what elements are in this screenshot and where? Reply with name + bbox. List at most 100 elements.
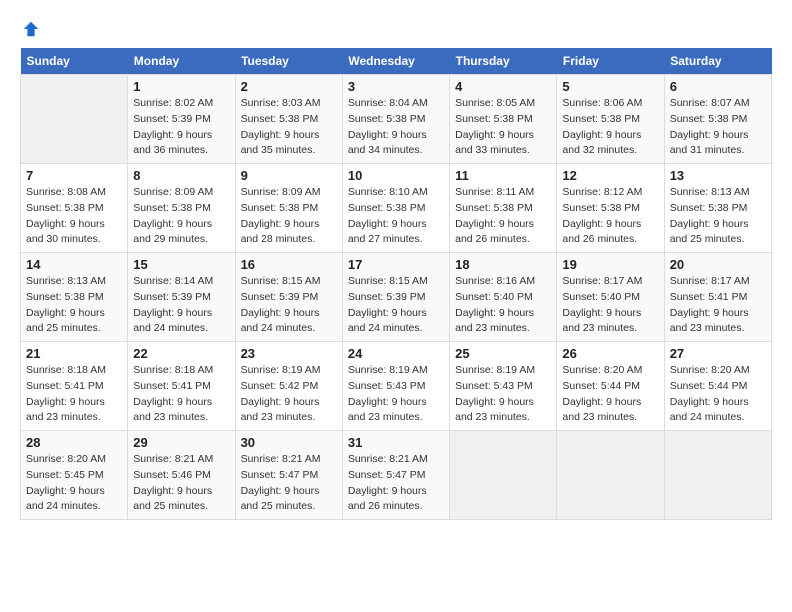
day-number: 18 xyxy=(455,257,551,272)
sunrise-text: Sunrise: 8:08 AM xyxy=(26,186,106,198)
sunset-text: Sunset: 5:47 PM xyxy=(348,469,426,481)
day-number: 24 xyxy=(348,346,444,361)
calendar-cell xyxy=(664,431,771,520)
daylight-text: Daylight: 9 hours and 30 minutes. xyxy=(26,218,105,246)
daylight-text: Daylight: 9 hours and 27 minutes. xyxy=(348,218,427,246)
sunrise-text: Sunrise: 8:15 AM xyxy=(241,275,321,287)
calendar-week-row: 1 Sunrise: 8:02 AM Sunset: 5:39 PM Dayli… xyxy=(21,75,772,164)
daylight-text: Daylight: 9 hours and 26 minutes. xyxy=(455,218,534,246)
daylight-text: Daylight: 9 hours and 24 minutes. xyxy=(133,307,212,335)
day-number: 31 xyxy=(348,435,444,450)
day-number: 26 xyxy=(562,346,658,361)
day-number: 10 xyxy=(348,168,444,183)
daylight-text: Daylight: 9 hours and 25 minutes. xyxy=(26,307,105,335)
calendar-cell: 4 Sunrise: 8:05 AM Sunset: 5:38 PM Dayli… xyxy=(450,75,557,164)
sunrise-text: Sunrise: 8:20 AM xyxy=(562,364,642,376)
day-number: 21 xyxy=(26,346,122,361)
sunset-text: Sunset: 5:38 PM xyxy=(348,113,426,125)
day-header-tuesday: Tuesday xyxy=(235,48,342,75)
sunset-text: Sunset: 5:38 PM xyxy=(26,202,104,214)
daylight-text: Daylight: 9 hours and 33 minutes. xyxy=(455,129,534,157)
calendar-week-row: 7 Sunrise: 8:08 AM Sunset: 5:38 PM Dayli… xyxy=(21,164,772,253)
daylight-text: Daylight: 9 hours and 24 minutes. xyxy=(670,396,749,424)
calendar-cell: 14 Sunrise: 8:13 AM Sunset: 5:38 PM Dayl… xyxy=(21,253,128,342)
calendar-cell: 7 Sunrise: 8:08 AM Sunset: 5:38 PM Dayli… xyxy=(21,164,128,253)
day-number: 4 xyxy=(455,79,551,94)
day-number: 30 xyxy=(241,435,337,450)
sunrise-text: Sunrise: 8:19 AM xyxy=(348,364,428,376)
day-header-saturday: Saturday xyxy=(664,48,771,75)
sunrise-text: Sunrise: 8:21 AM xyxy=(241,453,321,465)
sunset-text: Sunset: 5:38 PM xyxy=(455,113,533,125)
page-header xyxy=(20,20,772,38)
calendar-cell: 28 Sunrise: 8:20 AM Sunset: 5:45 PM Dayl… xyxy=(21,431,128,520)
sunset-text: Sunset: 5:43 PM xyxy=(348,380,426,392)
sunrise-text: Sunrise: 8:19 AM xyxy=(455,364,535,376)
sunset-text: Sunset: 5:41 PM xyxy=(26,380,104,392)
sunset-text: Sunset: 5:39 PM xyxy=(348,291,426,303)
day-number: 11 xyxy=(455,168,551,183)
sunrise-text: Sunrise: 8:18 AM xyxy=(133,364,213,376)
sunset-text: Sunset: 5:40 PM xyxy=(562,291,640,303)
daylight-text: Daylight: 9 hours and 24 minutes. xyxy=(348,307,427,335)
calendar-cell: 25 Sunrise: 8:19 AM Sunset: 5:43 PM Dayl… xyxy=(450,342,557,431)
day-number: 20 xyxy=(670,257,766,272)
daylight-text: Daylight: 9 hours and 25 minutes. xyxy=(133,485,212,513)
daylight-text: Daylight: 9 hours and 26 minutes. xyxy=(562,218,641,246)
daylight-text: Daylight: 9 hours and 23 minutes. xyxy=(348,396,427,424)
daylight-text: Daylight: 9 hours and 23 minutes. xyxy=(455,307,534,335)
day-number: 2 xyxy=(241,79,337,94)
daylight-text: Daylight: 9 hours and 24 minutes. xyxy=(241,307,320,335)
sunset-text: Sunset: 5:38 PM xyxy=(133,202,211,214)
sunrise-text: Sunrise: 8:06 AM xyxy=(562,97,642,109)
daylight-text: Daylight: 9 hours and 32 minutes. xyxy=(562,129,641,157)
sunset-text: Sunset: 5:38 PM xyxy=(241,202,319,214)
day-number: 16 xyxy=(241,257,337,272)
day-number: 6 xyxy=(670,79,766,94)
sunrise-text: Sunrise: 8:14 AM xyxy=(133,275,213,287)
sunrise-text: Sunrise: 8:09 AM xyxy=(133,186,213,198)
calendar-cell: 29 Sunrise: 8:21 AM Sunset: 5:46 PM Dayl… xyxy=(128,431,235,520)
calendar-cell: 31 Sunrise: 8:21 AM Sunset: 5:47 PM Dayl… xyxy=(342,431,449,520)
sunrise-text: Sunrise: 8:17 AM xyxy=(562,275,642,287)
day-number: 27 xyxy=(670,346,766,361)
calendar-cell xyxy=(557,431,664,520)
sunrise-text: Sunrise: 8:05 AM xyxy=(455,97,535,109)
sunset-text: Sunset: 5:38 PM xyxy=(562,202,640,214)
sunset-text: Sunset: 5:38 PM xyxy=(670,202,748,214)
sunset-text: Sunset: 5:47 PM xyxy=(241,469,319,481)
sunrise-text: Sunrise: 8:04 AM xyxy=(348,97,428,109)
calendar-cell: 21 Sunrise: 8:18 AM Sunset: 5:41 PM Dayl… xyxy=(21,342,128,431)
calendar-cell: 24 Sunrise: 8:19 AM Sunset: 5:43 PM Dayl… xyxy=(342,342,449,431)
day-number: 8 xyxy=(133,168,229,183)
daylight-text: Daylight: 9 hours and 36 minutes. xyxy=(133,129,212,157)
sunrise-text: Sunrise: 8:21 AM xyxy=(133,453,213,465)
calendar-cell: 26 Sunrise: 8:20 AM Sunset: 5:44 PM Dayl… xyxy=(557,342,664,431)
sunset-text: Sunset: 5:46 PM xyxy=(133,469,211,481)
logo-icon xyxy=(22,20,40,38)
calendar-cell: 23 Sunrise: 8:19 AM Sunset: 5:42 PM Dayl… xyxy=(235,342,342,431)
sunset-text: Sunset: 5:38 PM xyxy=(670,113,748,125)
sunrise-text: Sunrise: 8:10 AM xyxy=(348,186,428,198)
daylight-text: Daylight: 9 hours and 35 minutes. xyxy=(241,129,320,157)
calendar-week-row: 21 Sunrise: 8:18 AM Sunset: 5:41 PM Dayl… xyxy=(21,342,772,431)
day-number: 17 xyxy=(348,257,444,272)
day-number: 14 xyxy=(26,257,122,272)
calendar-cell: 2 Sunrise: 8:03 AM Sunset: 5:38 PM Dayli… xyxy=(235,75,342,164)
sunrise-text: Sunrise: 8:11 AM xyxy=(455,186,534,198)
sunset-text: Sunset: 5:40 PM xyxy=(455,291,533,303)
calendar-cell: 27 Sunrise: 8:20 AM Sunset: 5:44 PM Dayl… xyxy=(664,342,771,431)
calendar-cell: 13 Sunrise: 8:13 AM Sunset: 5:38 PM Dayl… xyxy=(664,164,771,253)
daylight-text: Daylight: 9 hours and 23 minutes. xyxy=(562,396,641,424)
sunset-text: Sunset: 5:42 PM xyxy=(241,380,319,392)
daylight-text: Daylight: 9 hours and 23 minutes. xyxy=(241,396,320,424)
day-number: 13 xyxy=(670,168,766,183)
daylight-text: Daylight: 9 hours and 23 minutes. xyxy=(562,307,641,335)
calendar-table: SundayMondayTuesdayWednesdayThursdayFrid… xyxy=(20,48,772,520)
sunrise-text: Sunrise: 8:07 AM xyxy=(670,97,750,109)
calendar-cell: 3 Sunrise: 8:04 AM Sunset: 5:38 PM Dayli… xyxy=(342,75,449,164)
day-number: 3 xyxy=(348,79,444,94)
sunrise-text: Sunrise: 8:13 AM xyxy=(26,275,106,287)
daylight-text: Daylight: 9 hours and 29 minutes. xyxy=(133,218,212,246)
calendar-week-row: 14 Sunrise: 8:13 AM Sunset: 5:38 PM Dayl… xyxy=(21,253,772,342)
